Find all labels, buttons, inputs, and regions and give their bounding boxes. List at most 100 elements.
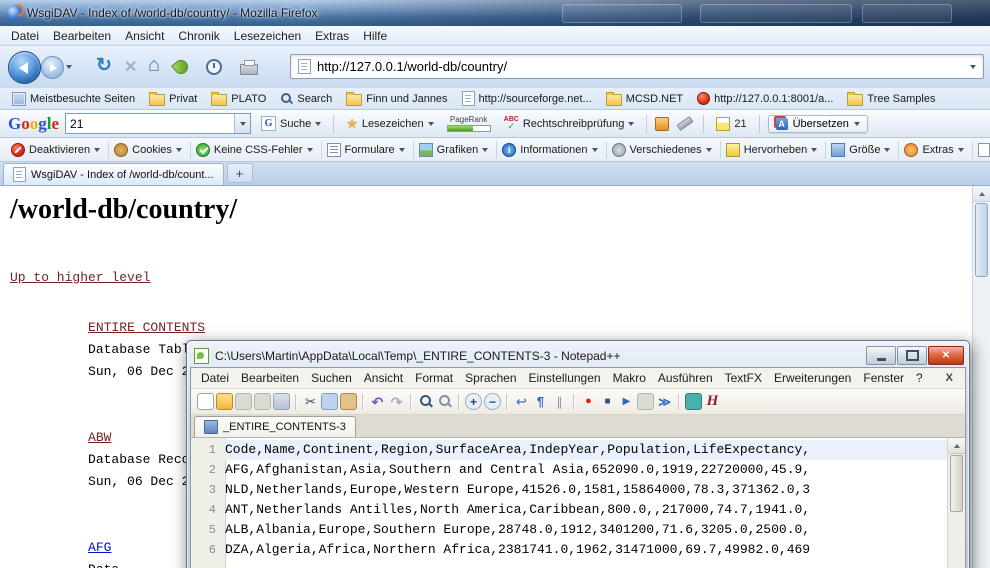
menu-item[interactable]: Hilfe	[356, 27, 394, 45]
bookmark-item[interactable]: Privat	[143, 90, 203, 108]
notepad-menu-item[interactable]: Suchen	[305, 369, 358, 387]
webdev-menu-button[interactable]: Quelltext	[973, 141, 990, 159]
bookmark-item[interactable]: Search	[274, 90, 338, 107]
notepad-menu-item[interactable]: Einstellungen	[523, 369, 607, 387]
notepad-menu-item[interactable]: Format	[409, 369, 459, 387]
show-all-characters-icon[interactable]: ¶	[532, 393, 549, 410]
webdev-menu-button[interactable]: Informationen	[497, 141, 606, 159]
webdev-menu-button[interactable]: Verschiedenes	[607, 141, 721, 159]
webdev-menu-button[interactable]: Keine CSS-Fehler	[191, 141, 322, 159]
undo-icon[interactable]: ↶	[369, 393, 386, 410]
webdev-menu-button[interactable]: Deaktivieren	[6, 141, 109, 159]
google-search-box[interactable]	[65, 113, 251, 134]
webdev-menu-button[interactable]: Cookies	[109, 141, 191, 159]
dropdown-arrow[interactable]	[958, 148, 964, 152]
paste-icon[interactable]	[340, 393, 357, 410]
new-file-icon[interactable]	[197, 393, 214, 410]
bookmark-item[interactable]: MCSD.NET	[600, 90, 689, 108]
webdev-menu-button[interactable]: Größe	[826, 141, 899, 159]
webdev-menu-button[interactable]: Extras	[899, 141, 972, 159]
replace-icon[interactable]	[436, 393, 453, 410]
forward-button[interactable]	[41, 56, 64, 79]
pagerank-widget[interactable]: PageRank	[444, 115, 494, 132]
play-macro-icon[interactable]: ▶	[618, 393, 635, 410]
dropdown-arrow[interactable]	[176, 148, 182, 152]
webdev-menu-button[interactable]: Formulare	[322, 141, 414, 159]
find-icon[interactable]	[417, 393, 434, 410]
url-dropdown-arrow[interactable]	[970, 65, 976, 69]
history-dropdown-arrow[interactable]	[66, 65, 72, 69]
notepad-menu-item[interactable]: Datei	[195, 369, 235, 387]
webdev-menu-button[interactable]: Hervorheben	[721, 141, 827, 159]
save-macro-icon[interactable]	[637, 393, 654, 410]
bookmark-item[interactable]: http://sourceforge.net...	[456, 89, 598, 108]
scrollbar-thumb[interactable]	[975, 203, 988, 277]
dropdown-arrow[interactable]	[884, 148, 890, 152]
texthf-plugin-icon[interactable]: H	[704, 393, 721, 410]
bookmark-item[interactable]: PLATO	[205, 90, 272, 108]
cut-icon[interactable]: ✂	[302, 393, 319, 410]
notepad-menu-item[interactable]: Bearbeiten	[235, 369, 305, 387]
url-text[interactable]: http://127.0.0.1/world-db/country/	[317, 59, 964, 74]
document-tab[interactable]: _ENTIRE_CONTENTS-3	[194, 416, 356, 437]
zoom-out-icon[interactable]: −	[484, 393, 501, 410]
word-wrap-icon[interactable]: ↩	[513, 393, 530, 410]
record-macro-icon[interactable]: ●	[580, 393, 597, 410]
stop-icon[interactable]	[124, 57, 137, 77]
menu-item[interactable]: Bearbeiten	[46, 27, 118, 45]
spellcheck-button[interactable]: ABC Rechtschreibprüfung	[500, 114, 639, 133]
up-to-higher-level-link[interactable]: Up to higher level	[10, 270, 150, 285]
notepad-menu-item[interactable]: TextFX	[719, 369, 768, 387]
menu-item[interactable]: Chronik	[171, 27, 226, 45]
copy-icon[interactable]	[321, 393, 338, 410]
refresh-icon[interactable]	[96, 54, 112, 77]
editor-area[interactable]: 1 Code,Name,Continent,Region,SurfaceArea…	[191, 438, 965, 568]
notepad-menu-item[interactable]: ?	[910, 369, 929, 387]
translate-button[interactable]: Übersetzen	[768, 115, 868, 133]
dropdown-arrow[interactable]	[428, 122, 434, 126]
save-all-icon[interactable]	[254, 393, 271, 410]
notepad-menu-item[interactable]: Ansicht	[358, 369, 409, 387]
dropdown-arrow[interactable]	[854, 122, 860, 126]
editor-scrollbar[interactable]	[947, 438, 965, 568]
notepad-menu-item[interactable]: Fenster	[857, 369, 910, 387]
page-scrollbar[interactable]	[972, 186, 990, 568]
save-icon[interactable]	[235, 393, 252, 410]
redo-icon[interactable]: ↷	[388, 393, 405, 410]
home-icon[interactable]	[148, 54, 160, 77]
tab-wsgidav[interactable]: WsgiDAV - Index of /world-db/count...	[3, 163, 224, 185]
bookmark-item[interactable]: http://127.0.0.1:8001/a...	[691, 90, 839, 107]
dropdown-arrow[interactable]	[399, 148, 405, 152]
maximize-button[interactable]	[897, 346, 927, 365]
bookmark-item[interactable]: Meistbesuchte Seiten	[6, 90, 141, 108]
print-icon[interactable]	[273, 393, 290, 410]
stop-macro-icon[interactable]: ■	[599, 393, 616, 410]
dropdown-arrow[interactable]	[315, 122, 321, 126]
green-addon-icon[interactable]	[171, 57, 191, 77]
menu-item[interactable]: Ansicht	[118, 27, 171, 45]
highlight-button[interactable]: 21	[712, 115, 750, 133]
print-icon[interactable]	[240, 64, 258, 75]
bookmark-item[interactable]: Finn und Jannes	[340, 90, 453, 108]
minimize-button[interactable]	[866, 346, 896, 365]
close-button[interactable]	[928, 346, 964, 365]
dropdown-arrow[interactable]	[307, 148, 313, 152]
open-file-icon[interactable]	[216, 393, 233, 410]
dropdown-arrow[interactable]	[628, 122, 634, 126]
google-search-dropdown[interactable]	[234, 114, 250, 133]
gadget-icon[interactable]	[655, 117, 669, 131]
dropdown-arrow[interactable]	[811, 148, 817, 152]
bookmark-item[interactable]: Tree Samples	[841, 90, 941, 108]
menu-item[interactable]: Datei	[4, 27, 46, 45]
notepad-menu-item[interactable]: Erweiterungen	[768, 369, 857, 387]
notepad-menu-item[interactable]: Ausführen	[652, 369, 719, 387]
close-document-button[interactable]: X	[938, 372, 961, 384]
notepad-menu-item[interactable]: Sprachen	[459, 369, 522, 387]
google-search-input[interactable]	[66, 114, 234, 133]
scrollbar-thumb[interactable]	[950, 455, 963, 512]
run-macro-multiple-icon[interactable]: ≫	[656, 393, 673, 410]
new-tab-button[interactable]: +	[227, 163, 253, 183]
dropdown-arrow[interactable]	[592, 148, 598, 152]
scroll-up-arrow[interactable]	[948, 438, 965, 454]
history-clock-icon[interactable]	[206, 59, 222, 75]
